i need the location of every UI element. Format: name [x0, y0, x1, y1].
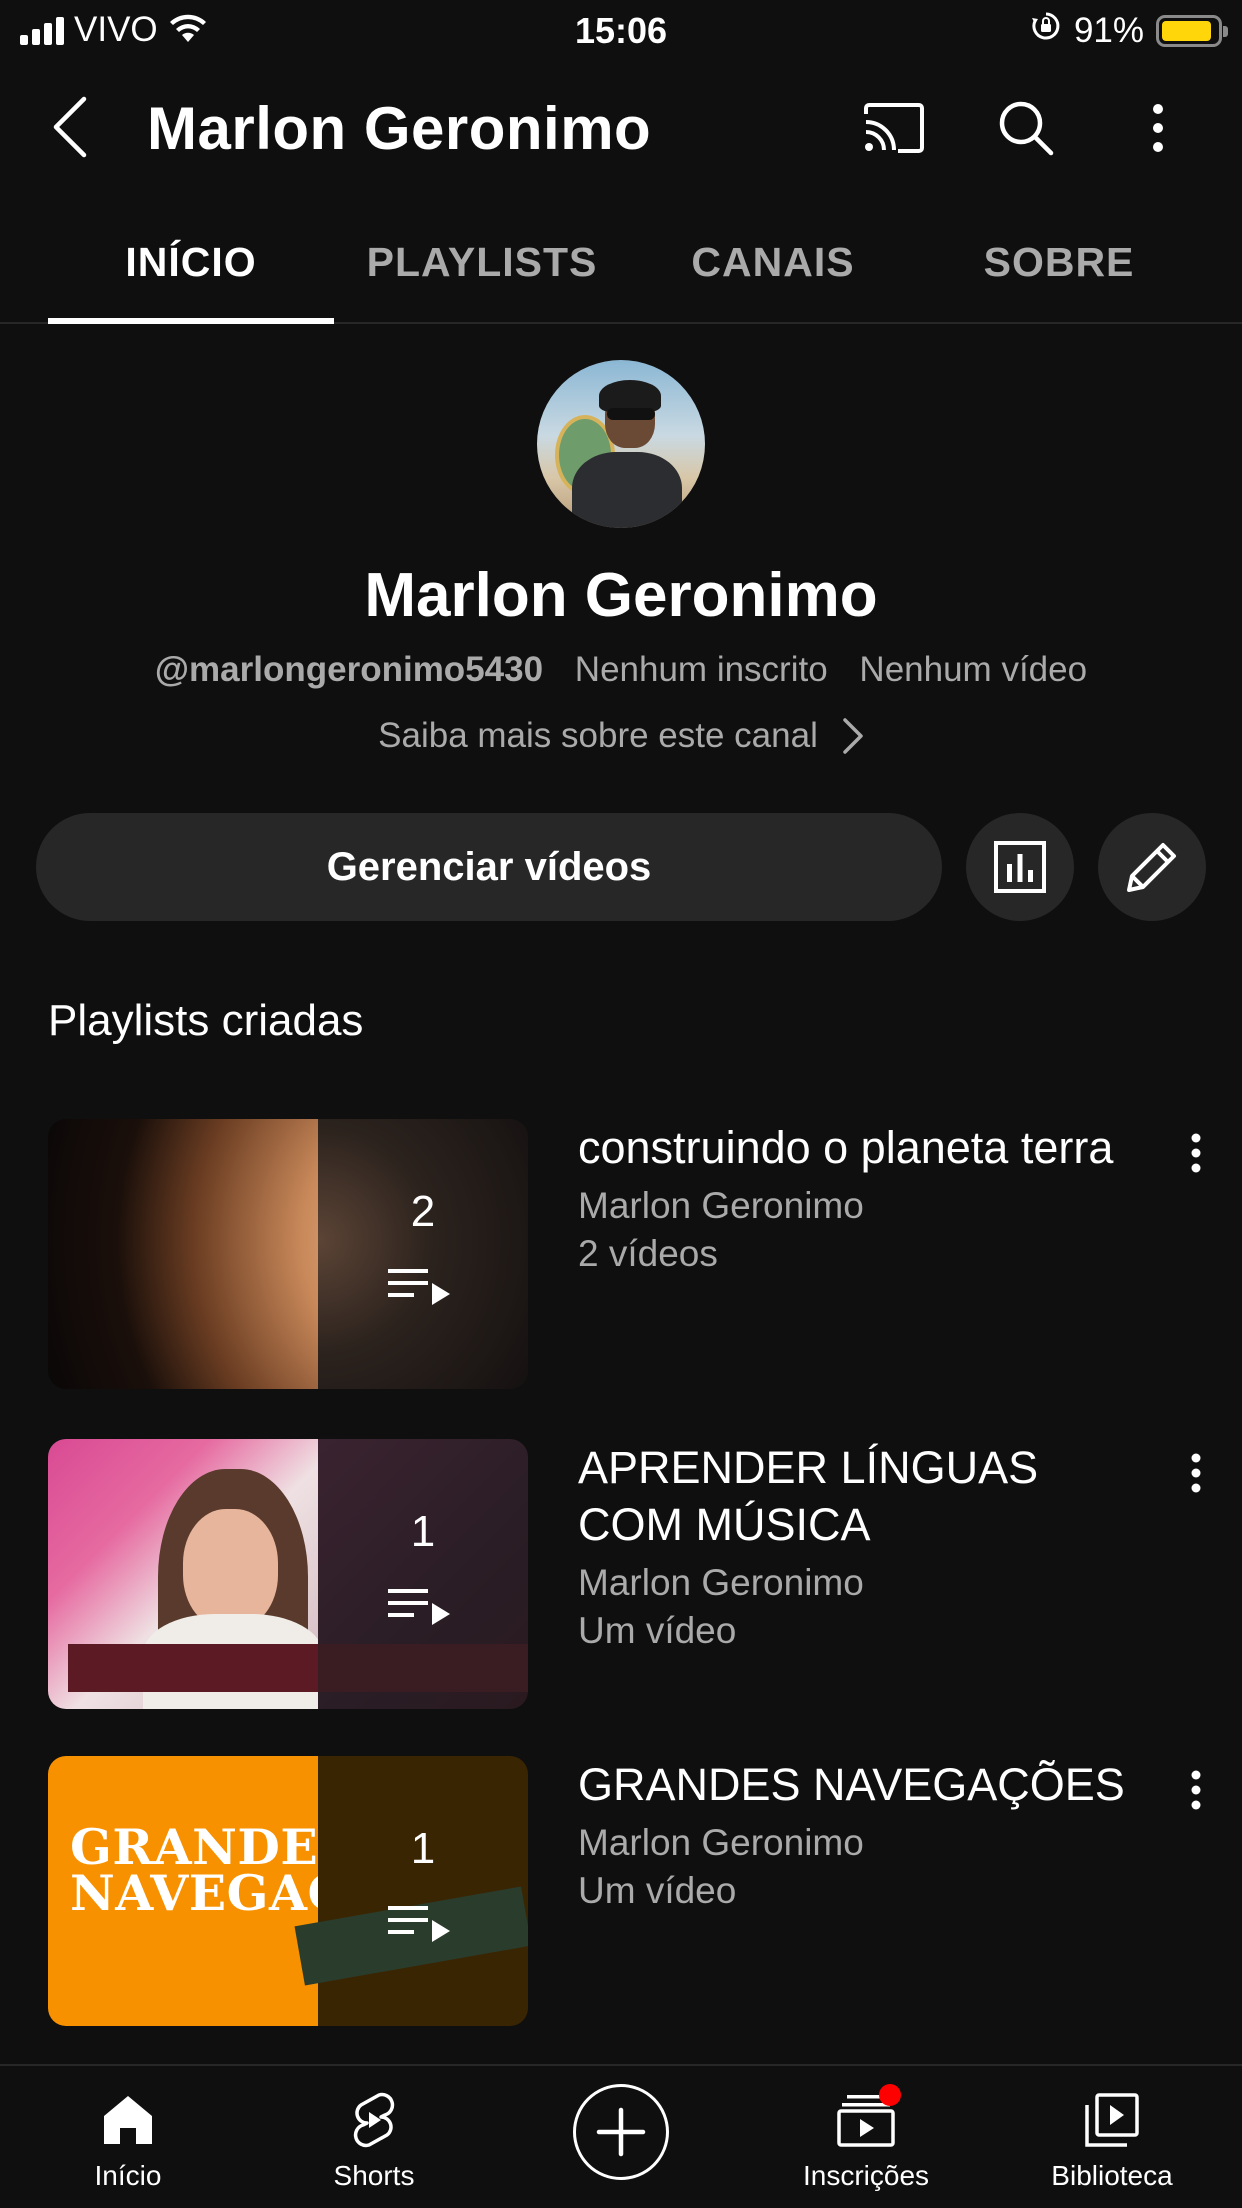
playlist-info: construindo o planeta terra Marlon Geron… [578, 1119, 1158, 1278]
status-bar: VIVO 15:06 91% [0, 0, 1242, 62]
playlist-author: Marlon Geronimo [578, 1562, 864, 1603]
search-icon [999, 101, 1054, 156]
pencil-icon [1127, 843, 1176, 892]
channel-title: Marlon Geronimo [147, 95, 652, 162]
status-right: 91% [1030, 10, 1228, 51]
playlist-queue-icon [388, 1589, 450, 1625]
nav-home-label: Início [94, 2160, 162, 2191]
channel-tabs: INÍCIO PLAYLISTS CANAIS SOBRE [0, 200, 1242, 324]
about-channel-label: Saiba mais sobre este canal [378, 716, 818, 755]
playlist-info: APRENDER LÍNGUAS COM MÚSICA Marlon Geron… [578, 1439, 1158, 1655]
more-vertical-icon [1191, 1770, 1201, 1810]
playlist-video-count: 1 [410, 1507, 436, 1556]
notification-dot [879, 2084, 901, 2106]
playlist-queue-icon [388, 1269, 450, 1305]
playlist-thumbnail[interactable]: GRANDES NAVEGAÇÕES 1 [48, 1756, 528, 2026]
battery-icon [1156, 14, 1228, 47]
channel-handle: @marlongeronimo5430 [154, 650, 544, 689]
battery-percent: 91% [1073, 10, 1144, 50]
nav-shorts-label: Shorts [333, 2160, 415, 2191]
avatar[interactable] [537, 360, 705, 528]
playlist-more-button[interactable] [1174, 1760, 1218, 1820]
playlist-author: Marlon Geronimo [578, 1822, 864, 1863]
playlist-title: APRENDER LÍNGUAS COM MÚSICA [578, 1442, 1039, 1550]
manage-videos-button[interactable]: Gerenciar vídeos [36, 813, 942, 921]
video-count: Nenhum vídeo [859, 650, 1088, 689]
more-vertical-icon [1153, 104, 1163, 152]
profile-name: Marlon Geronimo [364, 561, 878, 630]
playlist-queue-icon [388, 1906, 450, 1942]
home-icon [104, 2096, 152, 2144]
playlist-author: Marlon Geronimo [578, 1185, 864, 1226]
back-icon [53, 96, 87, 158]
playlist-info: GRANDES NAVEGAÇÕES Marlon Geronimo Um ví… [578, 1756, 1158, 1915]
profile-meta: @marlongeronimo5430 Nenhum inscrito Nenh… [0, 650, 1242, 690]
tab-sobre[interactable]: SOBRE [916, 200, 1202, 324]
search-button[interactable] [988, 90, 1064, 166]
thumbnail-text: GRANDES NAVEGAÇÕES [70, 1818, 464, 1922]
shorts-icon [353, 2092, 395, 2148]
nav-home[interactable]: Início [4, 2066, 252, 2208]
create-button[interactable] [573, 2084, 669, 2180]
back-button[interactable] [40, 92, 100, 162]
tab-canais[interactable]: CANAIS [630, 200, 916, 324]
tab-inicio[interactable]: INÍCIO [48, 200, 334, 324]
analytics-button[interactable] [966, 813, 1074, 921]
playlist-title: construindo o planeta terra [578, 1122, 1114, 1173]
plus-icon [596, 2107, 646, 2157]
section-title: Playlists criadas [48, 996, 364, 1045]
playlist-more-button[interactable] [1174, 1443, 1218, 1503]
bottom-navigation: Início Shorts Inscrições Biblioteca [0, 2064, 1242, 2208]
more-options-button[interactable] [1120, 90, 1196, 166]
edit-channel-button[interactable] [1098, 813, 1206, 921]
playlist-videos: Um vídeo [578, 1610, 737, 1651]
analytics-icon [994, 841, 1046, 893]
playlist-video-count: 1 [410, 1824, 436, 1873]
cast-button[interactable] [856, 90, 932, 166]
playlist-item[interactable]: 1 APRENDER LÍNGUAS COM MÚSICA Marlon Ger… [48, 1439, 1218, 1711]
cast-icon [864, 103, 924, 153]
nav-shorts[interactable]: Shorts [250, 2066, 498, 2208]
playlist-thumbnail[interactable]: 1 [48, 1439, 528, 1709]
nav-subscriptions-label: Inscrições [802, 2160, 930, 2191]
playlist-item[interactable]: 2 construindo o planeta terra Marlon Ger… [48, 1119, 1218, 1391]
playlist-videos: 2 vídeos [578, 1233, 718, 1274]
playlist-thumbnail[interactable]: 2 [48, 1119, 528, 1389]
active-tab-indicator [48, 318, 334, 324]
playlist-item[interactable]: GRANDES NAVEGAÇÕES 1 GRANDES NAVEGAÇÕES … [48, 1756, 1218, 2028]
subscriber-count: Nenhum inscrito [574, 650, 828, 689]
nav-library[interactable]: Biblioteca [988, 2066, 1236, 2208]
library-icon [1085, 2093, 1139, 2147]
playlist-more-button[interactable] [1174, 1123, 1218, 1183]
more-vertical-icon [1191, 1453, 1201, 1493]
about-channel-link[interactable]: Saiba mais sobre este canal [0, 716, 1242, 756]
playlist-videos: Um vídeo [578, 1870, 737, 1911]
orientation-lock-icon [1030, 10, 1062, 51]
nav-library-label: Biblioteca [1051, 2160, 1173, 2191]
chevron-right-icon [843, 718, 863, 754]
playlist-title: GRANDES NAVEGAÇÕES [578, 1759, 1125, 1810]
nav-subscriptions[interactable]: Inscrições [742, 2066, 990, 2208]
top-app-bar: Marlon Geronimo [0, 62, 1242, 192]
playlist-video-count: 2 [410, 1187, 436, 1236]
tab-playlists[interactable]: PLAYLISTS [334, 200, 630, 324]
more-vertical-icon [1191, 1133, 1201, 1173]
